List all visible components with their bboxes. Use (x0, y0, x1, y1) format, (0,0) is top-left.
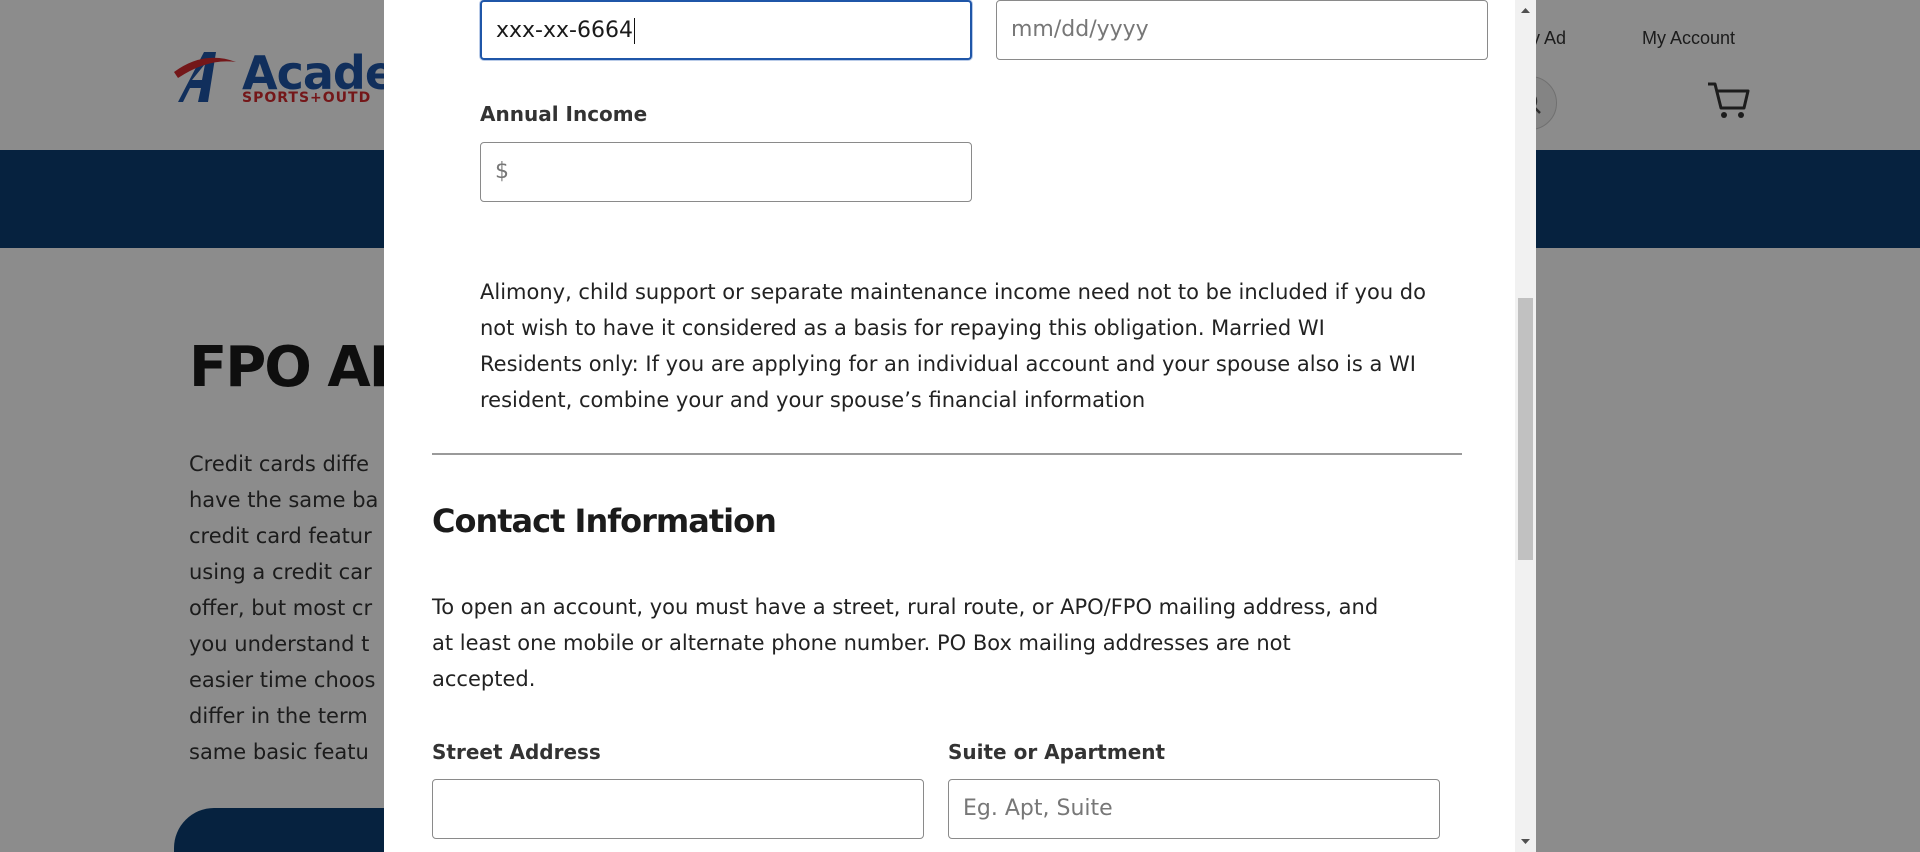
scroll-down-arrow-icon[interactable] (1515, 831, 1536, 852)
annual-income-input[interactable]: $ (480, 142, 972, 202)
annual-income-label: Annual Income (480, 102, 648, 126)
modal-scrollbar[interactable] (1515, 0, 1536, 852)
ssn-value: xxx-xx-6664 (496, 18, 633, 43)
income-disclaimer: Alimony, child support or separate maint… (480, 274, 1426, 418)
disclaimer-line: Residents only: If you are applying for … (480, 352, 1416, 376)
scrollbar-thumb[interactable] (1518, 298, 1533, 560)
disclaimer-line: not wish to have it considered as a basi… (480, 316, 1325, 340)
suite-apartment-input[interactable]: Eg. Apt, Suite (948, 779, 1440, 839)
disclaimer-line: Alimony, child support or separate maint… (480, 280, 1426, 304)
contact-description: To open an account, you must have a stre… (432, 589, 1378, 697)
disclaimer-line: resident, combine your and your spouse’s… (480, 388, 1146, 412)
description-line: accepted. (432, 667, 536, 691)
suite-placeholder: Eg. Apt, Suite (963, 796, 1113, 821)
date-of-birth-input[interactable]: mm/dd/yyyy (996, 0, 1488, 60)
dob-placeholder: mm/dd/yyyy (1011, 17, 1149, 42)
street-address-label: Street Address (432, 740, 601, 764)
text-caret (633, 18, 636, 44)
suite-apartment-label: Suite or Apartment (948, 740, 1166, 764)
description-line: at least one mobile or alternate phone n… (432, 631, 1291, 655)
section-divider (432, 453, 1462, 455)
application-modal: xxx-xx-6664 mm/dd/yyyy Annual Income $ A… (384, 0, 1536, 852)
contact-information-heading: Contact Information (432, 502, 777, 540)
ssn-input[interactable]: xxx-xx-6664 (480, 0, 972, 60)
street-address-input[interactable] (432, 779, 924, 839)
currency-prefix: $ (495, 159, 509, 184)
scroll-up-arrow-icon[interactable] (1515, 0, 1536, 21)
description-line: To open an account, you must have a stre… (432, 595, 1379, 619)
